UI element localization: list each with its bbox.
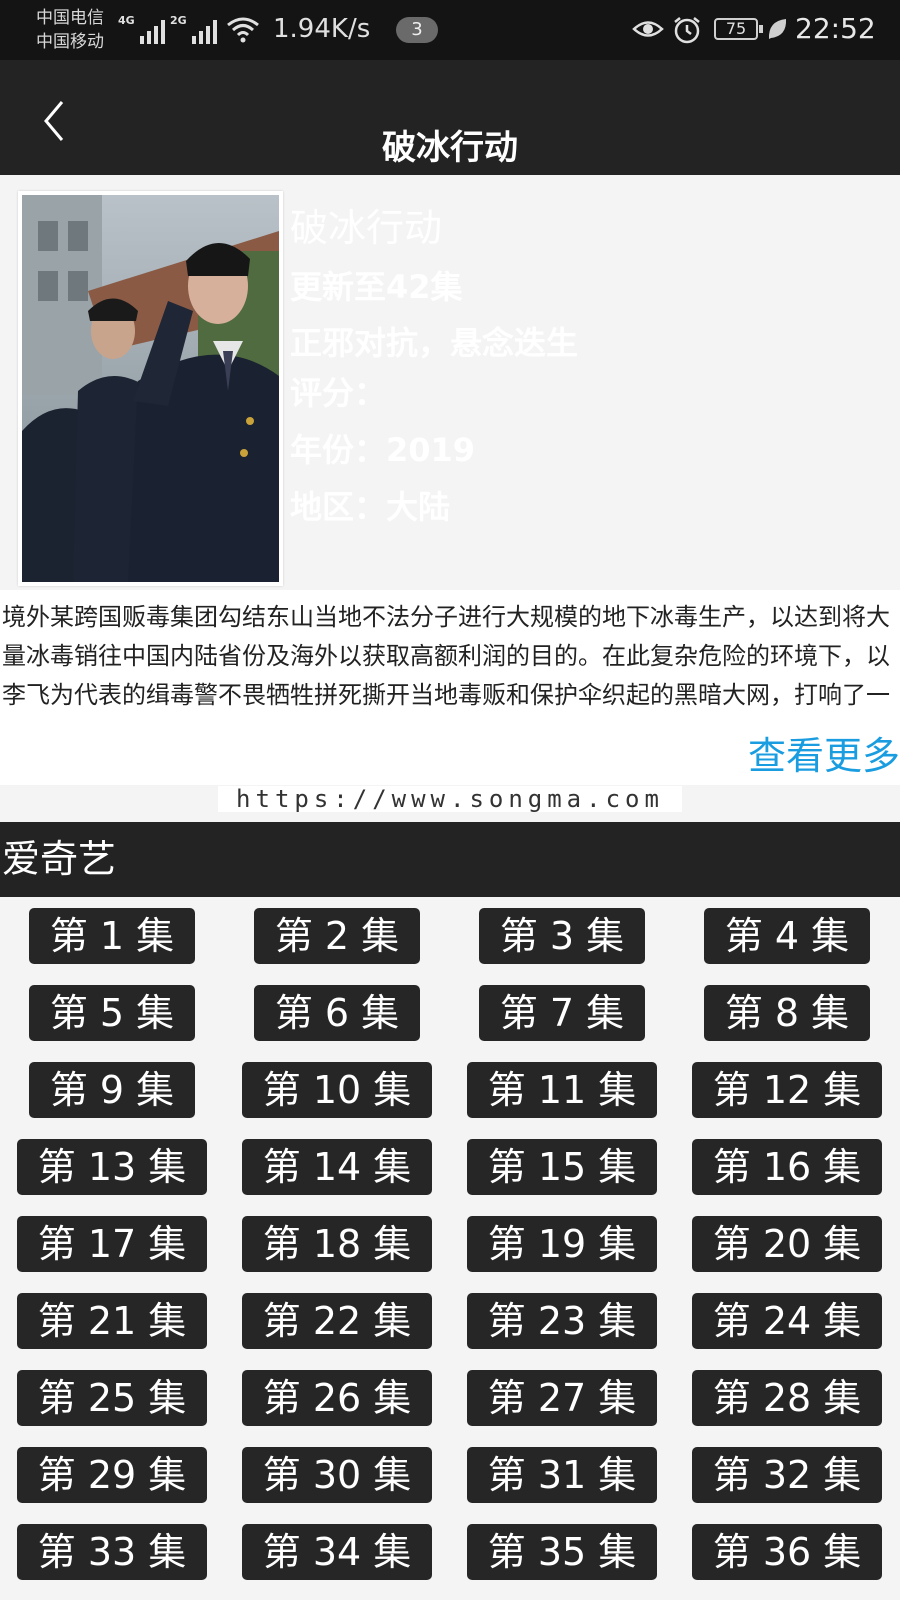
episode-button[interactable]: 第 17 集: [17, 1216, 207, 1272]
battery-icon: 75: [714, 18, 763, 40]
update-status: 更新至42集: [290, 268, 463, 306]
episode-button[interactable]: 第 9 集: [29, 1062, 195, 1118]
signal-1-icon: 4G: [118, 14, 165, 44]
source-header: 爱奇艺: [0, 822, 900, 897]
episode-button[interactable]: 第 2 集: [254, 908, 420, 964]
view-more-link[interactable]: 查看更多: [748, 725, 900, 780]
episode-button[interactable]: 第 21 集: [17, 1293, 207, 1349]
wifi-icon: [227, 17, 259, 43]
episode-button[interactable]: 第 30 集: [242, 1447, 432, 1503]
episode-button[interactable]: 第 16 集: [692, 1139, 882, 1195]
episode-button[interactable]: 第 33 集: [17, 1524, 207, 1580]
network-type-2: 2G: [170, 14, 187, 27]
alarm-icon: [674, 17, 700, 44]
network-type-1: 4G: [118, 14, 135, 27]
episode-button[interactable]: 第 11 集: [467, 1062, 657, 1118]
notification-count-badge: 3: [396, 17, 438, 43]
signal-2-icon: 2G: [170, 14, 217, 44]
leaf-icon: [768, 19, 787, 39]
watermark-url: https://www.songma.com: [218, 786, 682, 812]
episode-button[interactable]: 第 4 集: [704, 908, 870, 964]
episode-button[interactable]: 第 1 集: [29, 908, 195, 964]
clock: 22:52: [795, 12, 876, 45]
episode-button[interactable]: 第 24 集: [692, 1293, 882, 1349]
episode-button[interactable]: 第 14 集: [242, 1139, 432, 1195]
poster-image: [18, 191, 283, 586]
show-name: 破冰行动: [290, 206, 443, 250]
episode-button[interactable]: 第 26 集: [242, 1370, 432, 1426]
tagline: 正邪对抗，悬念迭生: [290, 324, 579, 362]
episode-button[interactable]: 第 34 集: [242, 1524, 432, 1580]
year-label: 年份：2019: [290, 431, 476, 469]
episode-button[interactable]: 第 36 集: [692, 1524, 882, 1580]
episode-button[interactable]: 第 6 集: [254, 985, 420, 1041]
episode-button[interactable]: 第 8 集: [704, 985, 870, 1041]
rating-label: 评分：: [290, 374, 387, 412]
top-app-bar: 破冰行动: [0, 60, 900, 175]
episode-button[interactable]: 第 19 集: [467, 1216, 657, 1272]
page-title: 破冰行动: [382, 128, 518, 168]
episode-button[interactable]: 第 35 集: [467, 1524, 657, 1580]
episode-button[interactable]: 第 13 集: [17, 1139, 207, 1195]
episode-button[interactable]: 第 27 集: [467, 1370, 657, 1426]
poster-picture: [22, 195, 279, 582]
carrier-labels: 中国电信 中国移动: [36, 6, 104, 54]
status-bar: 中国电信 中国移动 4G 2G 1.94K/s 3 75 22:52: [0, 0, 900, 60]
episode-button[interactable]: 第 29 集: [17, 1447, 207, 1503]
episode-button[interactable]: 第 28 集: [692, 1370, 882, 1426]
episode-button[interactable]: 第 22 集: [242, 1293, 432, 1349]
network-speed: 1.94K/s: [273, 14, 371, 44]
episode-button[interactable]: 第 7 集: [479, 985, 645, 1041]
episode-button[interactable]: 第 12 集: [692, 1062, 882, 1118]
episode-button[interactable]: 第 32 集: [692, 1447, 882, 1503]
episode-button[interactable]: 第 25 集: [17, 1370, 207, 1426]
description-text: 境外某跨国贩毒集团勾结东山当地不法分子进行大规模的地下冰毒生产，以达到将大量冰毒…: [0, 598, 900, 710]
eye-icon: [632, 21, 664, 37]
region-label: 地区：大陆: [290, 488, 451, 526]
episode-button[interactable]: 第 5 集: [29, 985, 195, 1041]
episode-button[interactable]: 第 31 集: [467, 1447, 657, 1503]
carrier-2: 中国移动: [36, 32, 104, 52]
episode-button[interactable]: 第 10 集: [242, 1062, 432, 1118]
episode-button[interactable]: 第 20 集: [692, 1216, 882, 1272]
episode-button[interactable]: 第 15 集: [467, 1139, 657, 1195]
carrier-1: 中国电信: [36, 8, 104, 28]
episode-button[interactable]: 第 23 集: [467, 1293, 657, 1349]
episode-button[interactable]: 第 18 集: [242, 1216, 432, 1272]
episode-button[interactable]: 第 3 集: [479, 908, 645, 964]
